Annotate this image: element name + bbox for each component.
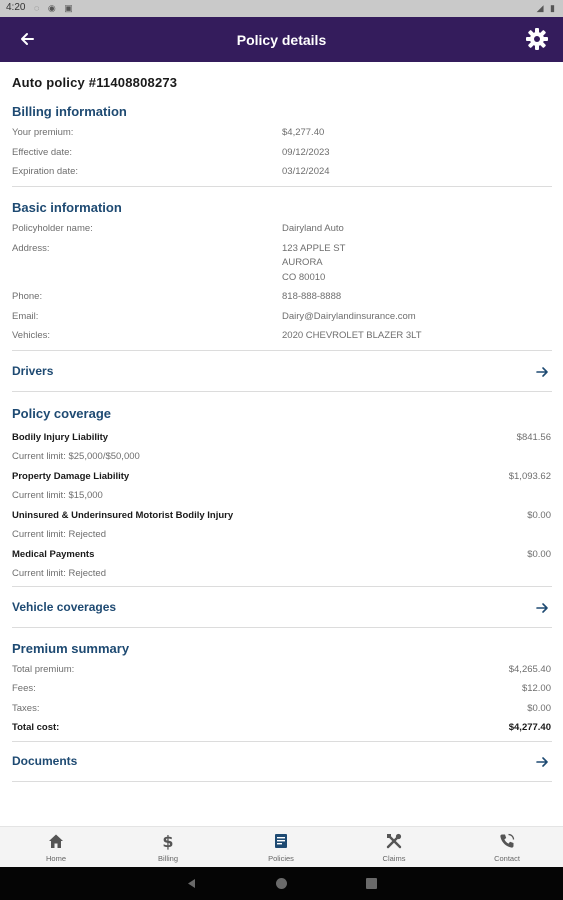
policy-details-content[interactable]: Auto policy #11408808273 Billing informa…: [0, 62, 563, 826]
coverage-amount: $841.56: [516, 432, 551, 443]
system-back-icon[interactable]: [186, 878, 197, 889]
nav-label: Billing: [157, 854, 178, 863]
coverage-name: Bodily Injury Liability: [12, 432, 109, 443]
coverage-limit: Current limit: Rejected: [12, 568, 106, 579]
fees-value: $12.00: [521, 683, 551, 694]
premium-summary-section-title: Premium summary: [12, 641, 130, 656]
divider: [12, 350, 552, 351]
documents-label: Documents: [12, 754, 78, 768]
address-line-3: CO 80010: [282, 272, 326, 283]
status-bar: 4:20 ◌ ◉ ▣ ◢ ▮: [0, 0, 563, 17]
policyholder-value: Dairyland Auto: [282, 223, 344, 234]
nav-home[interactable]: Home: [0, 827, 112, 868]
address-label: Address:: [12, 243, 50, 254]
email-label: Email:: [12, 311, 39, 322]
effective-date-value: 09/12/2023: [282, 147, 330, 158]
policyholder-label: Policyholder name:: [12, 223, 93, 234]
phone-label: Phone:: [12, 291, 43, 302]
arrow-right-icon: [536, 603, 548, 613]
expiration-date-value: 03/12/2024: [282, 166, 330, 177]
system-recents-icon[interactable]: [366, 878, 377, 889]
fees-label: Fees:: [12, 683, 36, 694]
nav-label: Home: [45, 854, 66, 863]
gear-icon: [526, 28, 548, 50]
email-value: Dairy@Dairylandinsurance.com: [282, 311, 416, 322]
bottom-navigation: Home $ Billing Policies Claims Contact: [0, 826, 563, 867]
divider: [12, 741, 552, 742]
premium-label: Your premium:: [12, 127, 74, 138]
nav-claims[interactable]: Claims: [338, 827, 450, 868]
basic-info-section-title: Basic information: [12, 200, 122, 215]
total-premium-label: Total premium:: [12, 664, 75, 675]
nav-label: Contact: [494, 854, 520, 863]
vehicles-label: Vehicles:: [12, 330, 51, 341]
arrow-right-icon: [536, 367, 548, 377]
total-premium-value: $4,265.40: [508, 664, 551, 675]
policy-number-heading: Auto policy #11408808273: [12, 75, 178, 90]
effective-date-label: Effective date:: [12, 147, 73, 158]
back-arrow-icon: [21, 33, 34, 45]
drivers-link[interactable]: Drivers: [0, 353, 563, 391]
nav-label: Policies: [268, 854, 294, 863]
billing-section-title: Billing information: [12, 104, 127, 119]
documents-link[interactable]: Documents: [0, 743, 563, 781]
divider: [12, 586, 552, 587]
policy-coverage-section-title: Policy coverage: [12, 406, 111, 421]
address-line-2: AURORA: [282, 257, 323, 268]
back-button[interactable]: [14, 26, 40, 52]
coverage-amount: $0.00: [527, 549, 551, 560]
tools-icon: [386, 833, 402, 849]
divider: [12, 627, 552, 628]
system-home-icon[interactable]: [276, 878, 287, 889]
taxes-value: $0.00: [527, 703, 551, 714]
coverage-limit: Current limit: $25,000/$50,000: [12, 451, 140, 462]
total-cost-value: $4,277.40: [508, 722, 551, 733]
dollar-icon: $: [162, 832, 173, 850]
app-bar: Policy details: [0, 17, 563, 62]
phone-value: 818-888-8888: [282, 291, 342, 302]
taxes-label: Taxes:: [12, 703, 40, 714]
svg-text:$: $: [162, 832, 173, 850]
phone-icon: [500, 833, 515, 848]
address-line-1: 123 APPLE ST: [282, 243, 346, 254]
coverage-amount: $1,093.62: [508, 471, 551, 482]
coverage-limit: Current limit: Rejected: [12, 529, 106, 540]
policy-document-icon: [275, 834, 287, 848]
coverage-name: Medical Payments: [12, 549, 95, 560]
nav-label: Claims: [382, 854, 406, 863]
settings-button[interactable]: [523, 25, 551, 53]
divider: [12, 781, 552, 782]
divider: [12, 391, 552, 392]
total-cost-label: Total cost:: [12, 722, 60, 733]
nav-contact[interactable]: Contact: [451, 827, 563, 868]
premium-value: $4,277.40: [282, 127, 325, 138]
coverage-name: Property Damage Liability: [12, 471, 130, 482]
page-title: Policy details: [236, 32, 327, 48]
vehicles-value: 2020 CHEVROLET BLAZER 3LT: [282, 330, 422, 341]
home-icon: [49, 834, 63, 848]
divider: [12, 186, 552, 187]
drivers-label: Drivers: [12, 364, 54, 378]
nav-policies[interactable]: Policies: [225, 827, 337, 868]
notification-icons: ◌ ◉ ▣: [34, 3, 76, 13]
vehicle-coverages-link[interactable]: Vehicle coverages: [0, 589, 563, 627]
signal-battery-icons: ◢ ▮: [536, 3, 557, 13]
vehicle-coverages-label: Vehicle coverages: [12, 600, 117, 614]
coverage-amount: $0.00: [527, 510, 551, 521]
coverage-name: Uninsured & Underinsured Motorist Bodily…: [12, 510, 234, 521]
expiration-date-label: Expiration date:: [12, 166, 79, 177]
coverage-limit: Current limit: $15,000: [12, 490, 103, 501]
system-navigation-bar: [0, 867, 563, 900]
arrow-right-icon: [536, 757, 548, 767]
status-time: 4:20: [6, 2, 26, 13]
nav-billing[interactable]: $ Billing: [112, 827, 224, 868]
